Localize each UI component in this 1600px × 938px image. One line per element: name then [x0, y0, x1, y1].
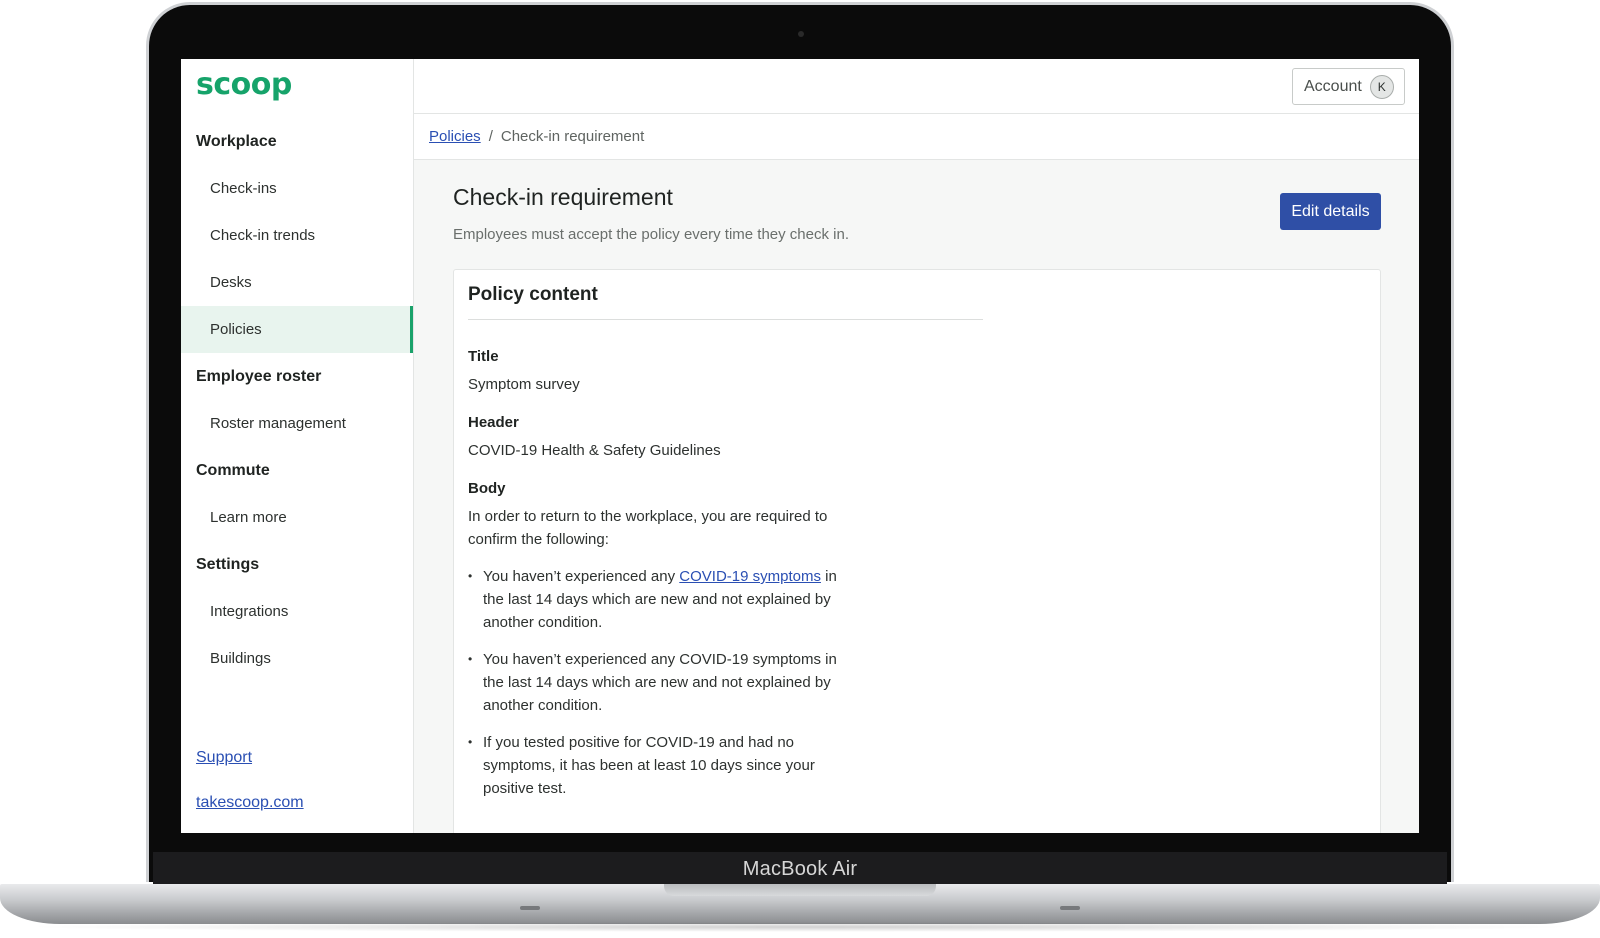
title-field-value: Symptom survey — [468, 376, 580, 393]
sidebar: scoop Workplace Check-ins Check-in trend… — [181, 59, 414, 833]
sidebar-item-check-ins[interactable]: Check-ins — [181, 165, 413, 212]
sidebar-item-learn-more[interactable]: Learn more — [181, 494, 413, 541]
account-button[interactable]: Account K — [1292, 68, 1405, 105]
sidebar-section-settings: Settings — [196, 556, 260, 573]
sidebar-nav: Workplace Check-ins Check-in trends Desk… — [181, 118, 413, 682]
sidebar-item-desks[interactable]: Desks — [181, 259, 413, 306]
covid-symptoms-link[interactable]: COVID-19 symptoms — [679, 568, 821, 585]
main-area: Account K Policies / Check-in requiremen… — [414, 59, 1419, 833]
policy-content-card: Policy content Title Symptom survey Head… — [453, 269, 1381, 833]
top-bar: Account K — [414, 59, 1419, 114]
sidebar-section-workplace: Workplace — [196, 133, 277, 150]
bullet-2-text: You haven’t experienced any COVID-19 sym… — [483, 651, 837, 714]
laptop-shadow — [20, 922, 1580, 932]
header-field-value: COVID-19 Health & Safety Guidelines — [468, 442, 721, 459]
app-screen: scoop Workplace Check-ins Check-in trend… — [181, 59, 1419, 833]
avatar: K — [1369, 74, 1394, 99]
scoop-logo[interactable]: scoop — [196, 67, 292, 102]
account-label: Account — [1304, 77, 1362, 95]
sidebar-item-buildings[interactable]: Buildings — [181, 635, 413, 682]
sidebar-item-roster-management[interactable]: Roster management — [181, 400, 413, 447]
sidebar-item-integrations[interactable]: Integrations — [181, 588, 413, 635]
page-content: Check-in requirement Employees must acce… — [453, 160, 1381, 833]
breadcrumb-separator: / — [488, 128, 493, 145]
edit-details-button[interactable]: Edit details — [1280, 193, 1381, 230]
breadcrumb: Policies / Check-in requirement — [414, 114, 1419, 160]
bullet-1-text-start: You haven’t experienced any — [483, 568, 680, 585]
camera-icon — [798, 31, 804, 37]
sidebar-item-policies[interactable]: Policies — [181, 306, 413, 353]
body-intro-text: In order to return to the workplace, you… — [468, 508, 828, 548]
list-item: If you tested positive for COVID-19 and … — [468, 731, 858, 800]
body-field-label: Body — [468, 480, 506, 497]
laptop-foot — [1060, 906, 1080, 910]
bullet-3-text: If you tested positive for COVID-19 and … — [483, 734, 815, 797]
laptop-hinge-notch — [664, 884, 936, 896]
policy-content-heading: Policy content — [468, 284, 983, 320]
sidebar-section-commute: Commute — [196, 462, 270, 479]
support-link[interactable]: Support — [196, 749, 304, 767]
website-link[interactable]: takescoop.com — [196, 794, 304, 812]
list-item: You haven’t experienced any COVID-19 sym… — [468, 648, 858, 717]
device-label: MacBook Air — [153, 852, 1447, 886]
breadcrumb-policies-link[interactable]: Policies — [429, 128, 481, 145]
page-description: Employees must accept the policy every t… — [453, 226, 850, 243]
breadcrumb-current: Check-in requirement — [500, 128, 645, 145]
header-field-label: Header — [468, 414, 519, 431]
title-field-label: Title — [468, 348, 499, 365]
sidebar-item-check-in-trends[interactable]: Check-in trends — [181, 212, 413, 259]
laptop-foot — [520, 906, 540, 910]
page-title: Check-in requirement — [453, 184, 673, 210]
body-bullet-list: You haven’t experienced any COVID-19 sym… — [468, 565, 858, 800]
sidebar-section-employee-roster: Employee roster — [196, 368, 322, 385]
sidebar-footer-links: Support takescoop.com — [196, 749, 304, 833]
list-item: You haven’t experienced any COVID-19 sym… — [468, 565, 858, 634]
